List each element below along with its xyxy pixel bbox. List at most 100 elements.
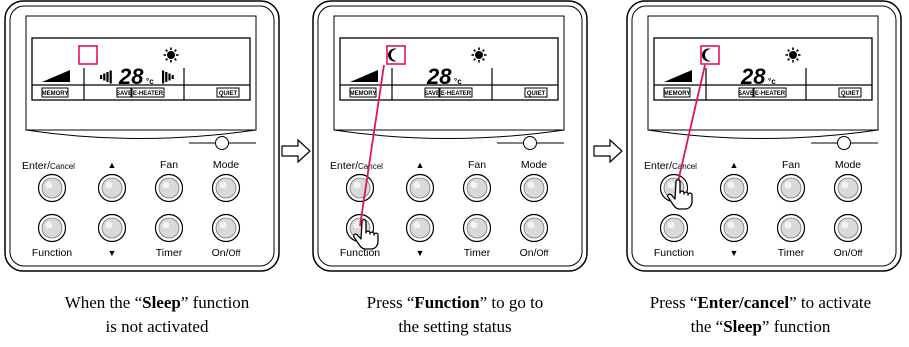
fan-bar [103,73,106,81]
down-arrow-label: ▼ [730,248,739,258]
controller-panel-1: 28 °c MEMORY SAVE E-HEATER QUIET Enter/Cancel ▲… [4,0,280,272]
on-off-button-shine [527,221,535,229]
mode-label: Mode [213,159,239,171]
timer-button-cap [780,217,802,239]
fan-button-cap [466,177,488,199]
enter-cancel-button[interactable] [345,173,375,203]
on-off-button-cap [837,217,859,239]
on-off-button-cap [523,217,545,239]
on-off-label: On/Off [834,247,863,259]
timer-button[interactable] [154,213,184,243]
timer-button[interactable] [776,213,806,243]
timer-button[interactable] [462,213,492,243]
down-button-shine [727,221,735,229]
mode-button-cap [215,177,237,199]
enter-cancel-label: Enter/Cancel [22,160,75,172]
save-badge: SAVE [738,91,754,97]
on-off-button[interactable] [519,213,549,243]
timer-label: Timer [778,247,805,259]
fan-button[interactable] [462,173,492,203]
sensor-knob-icon [215,136,229,150]
timer-button-shine [470,221,478,229]
fan-button[interactable] [776,173,806,203]
lcd-unit: °c [454,77,462,86]
up-arrow-label: ▲ [108,160,117,170]
timer-label: Timer [156,247,183,259]
down-button-cap [723,217,745,239]
fan-button-shine [162,181,170,189]
function-button-cap [41,217,63,239]
quiet-badge: QUIET [219,91,238,97]
down-arrow-label: ▼ [108,248,117,258]
timer-button-cap [158,217,180,239]
lcd-temperature: 28 [740,64,766,89]
fan-bar [168,73,171,81]
fan-button-shine [784,181,792,189]
function-button[interactable] [659,213,689,243]
lcd-temperature: 28 [118,64,144,89]
fan-button-cap [780,177,802,199]
lcd-unit: °c [768,77,776,86]
on-off-label: On/Off [520,247,549,259]
function-button-cap [663,217,685,239]
mode-button-shine [527,181,535,189]
sensor-knob-icon [837,136,851,150]
enter-cancel-label: Enter/Cancel [330,160,383,172]
down-button-shine [413,221,421,229]
up-button-shine [413,181,421,189]
fan-bar [106,72,109,82]
memory-badge: MEMORY [42,91,69,97]
up-button[interactable] [97,173,127,203]
mode-label: Mode [835,159,861,171]
up-button-cap [409,177,431,199]
sun-icon [789,51,797,59]
fan-bar [100,75,103,79]
e-heater-badge: E-HEATER [133,91,164,97]
mode-button[interactable] [833,173,863,203]
down-button[interactable] [405,213,435,243]
on-off-label: On/Off [212,247,241,259]
fan-bar [162,70,165,84]
function-button[interactable] [37,213,67,243]
memory-badge: MEMORY [664,91,691,97]
enter-cancel-button-shine [45,181,53,189]
lcd-temperature: 28 [426,64,452,89]
fan-label: Fan [468,159,486,171]
on-off-button-cap [215,217,237,239]
next-arrow-icon [281,138,311,164]
up-button[interactable] [719,173,749,203]
caption-1-bold: Sleep [142,293,181,312]
mode-button-shine [841,181,849,189]
up-button-shine [105,181,113,189]
next-arrow-icon [593,138,623,164]
mode-button-cap [837,177,859,199]
timer-button-cap [466,217,488,239]
on-off-button[interactable] [211,213,241,243]
up-button-cap [101,177,123,199]
fan-button[interactable] [154,173,184,203]
down-button[interactable] [97,213,127,243]
sun-icon [167,51,175,59]
down-button-shine [105,221,113,229]
timer-button-shine [784,221,792,229]
mode-button[interactable] [519,173,549,203]
fan-bar [165,72,168,82]
on-off-button[interactable] [833,213,863,243]
enter-cancel-button[interactable] [37,173,67,203]
mode-button-shine [219,181,227,189]
e-heater-badge: E-HEATER [755,91,786,97]
up-button[interactable] [405,173,435,203]
controller-panel-2: 28 °c MEMORY SAVE E-HEATER QUIET Enter/Cancel ▲… [312,0,588,272]
save-badge: SAVE [424,91,440,97]
caption-1: When the “Sleep” function is not activat… [64,293,250,336]
down-arrow-label: ▼ [416,248,425,258]
down-button[interactable] [719,213,749,243]
quiet-badge: QUIET [527,91,546,97]
enter-cancel-button-shine [353,181,361,189]
fan-label: Fan [160,159,178,171]
timer-label: Timer [464,247,491,259]
mode-button[interactable] [211,173,241,203]
up-arrow-label: ▲ [416,160,425,170]
up-button-shine [727,181,735,189]
memory-badge: MEMORY [350,91,377,97]
